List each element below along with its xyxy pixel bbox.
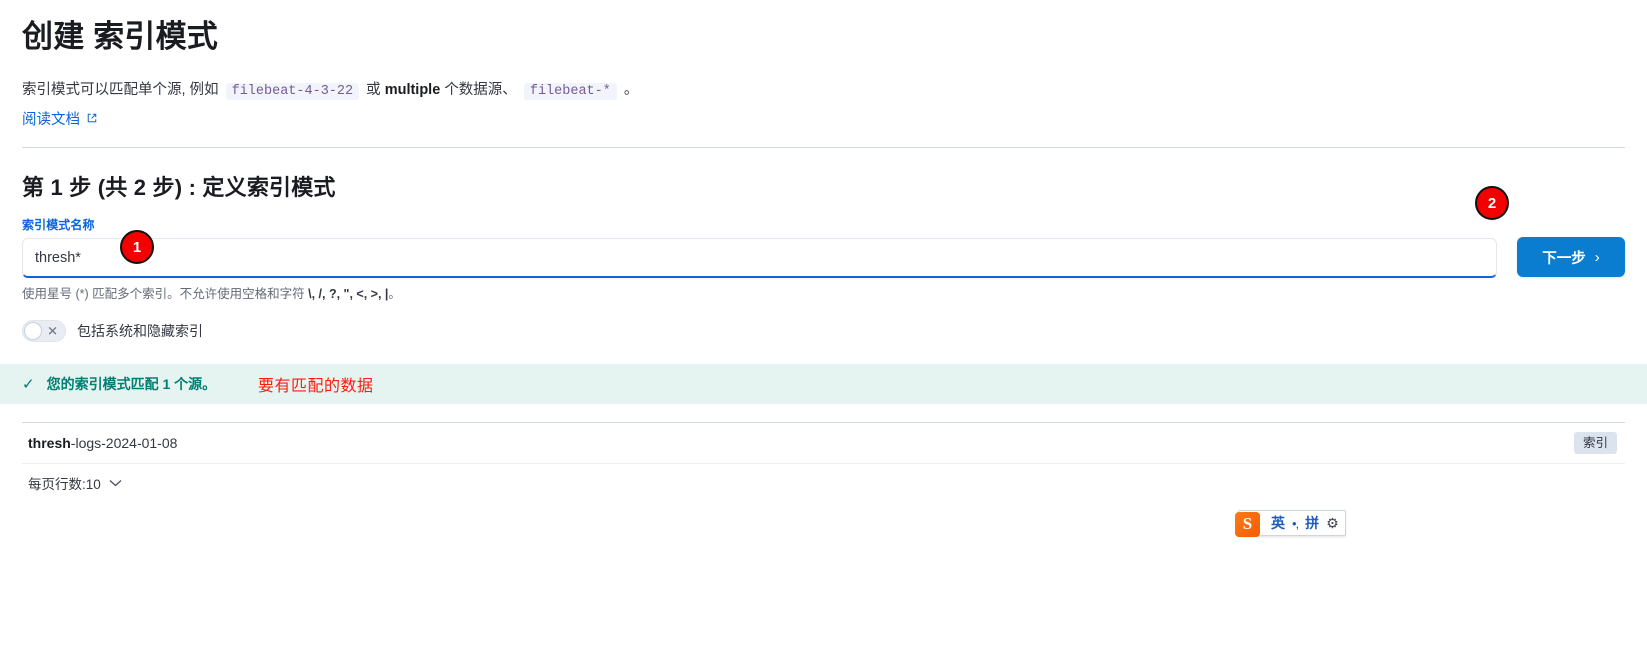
gear-icon[interactable]: ⚙ <box>1326 515 1339 532</box>
create-index-pattern-page: 创建 索引模式 索引模式可以匹配单个源, 例如 filebeat-4-3-22 … <box>0 0 1647 655</box>
matching-indices-section: thresh-logs-2024-01-08 索引 每页行数:10 <box>0 422 1647 502</box>
intro-text-part4: 。 <box>623 81 639 98</box>
help-text-suffix: 。 <box>388 287 401 302</box>
step-title: 第 1 步 (共 2 步) : 定义索引模式 <box>22 175 336 201</box>
toggle-knob <box>24 322 42 341</box>
include-system-indices-toggle[interactable]: ✕ <box>22 320 66 343</box>
page-header: 创建 索引模式 索引模式可以匹配单个源, 例如 filebeat-4-3-22 … <box>0 0 1647 149</box>
help-text-chars: \, /, ?, ", <, >, | <box>308 287 389 302</box>
help-text-prefix: 使用星号 (*) 匹配多个索引。不允许使用空格和字符 <box>22 287 309 302</box>
index-name-remainder: -logs-2024-01-08 <box>70 435 178 452</box>
intro-text-part3: 个数据源、 <box>444 81 517 98</box>
external-link-icon <box>87 111 97 127</box>
rows-per-page-selector[interactable]: 每页行数:10 <box>22 464 122 502</box>
intro-paragraph: 索引模式可以匹配单个源, 例如 filebeat-4-3-22 或 multip… <box>22 79 1625 103</box>
results-bottom-divider <box>22 463 1625 465</box>
match-success-banner: ✓ 您的索引模式匹配 1 个源。 <box>0 364 1647 405</box>
index-pattern-form-row: 索引模式名称 使用星号 (*) 匹配多个索引。不允许使用空格和字符 \, /, … <box>22 216 1625 304</box>
index-name-matched-prefix: thresh <box>28 435 71 452</box>
ime-input-mode[interactable]: 拼 <box>1305 516 1319 530</box>
sogou-logo-icon[interactable]: S <box>1235 511 1260 537</box>
code-example-wildcard: filebeat-* <box>523 82 617 100</box>
table-row: thresh-logs-2024-01-08 索引 <box>22 423 1625 463</box>
page-title: 创建 索引模式 <box>22 19 219 54</box>
intro-bold-multiple: multiple <box>384 81 441 98</box>
intro-text-part2: 或 <box>366 81 381 98</box>
include-system-indices-label: 包括系统和隐藏索引 <box>77 323 203 340</box>
intro-text-part1: 索引模式可以匹配单个源, 例如 <box>22 81 219 98</box>
next-step-label: 下一步 <box>1542 250 1586 267</box>
index-name-cell: thresh-logs-2024-01-08 <box>28 435 177 451</box>
annotation-marker-1: 1 <box>120 230 154 264</box>
annotation-marker-2: 2 <box>1475 186 1509 220</box>
rows-per-page-label: 每页行数:10 <box>28 477 101 493</box>
annotation-text: 要有匹配的数据 <box>258 378 374 395</box>
step-section: 第 1 步 (共 2 步) : 定义索引模式 索引模式名称 使用星号 (*) 匹… <box>0 170 1647 343</box>
header-divider <box>22 147 1625 149</box>
code-example-single: filebeat-4-3-22 <box>225 82 360 100</box>
status-badge: 索引 <box>1573 431 1617 455</box>
sogou-ime-toolbar[interactable]: S 英 •, 拼 ⚙ <box>1235 510 1346 537</box>
close-icon: ✕ <box>47 323 58 339</box>
check-icon: ✓ <box>22 375 35 393</box>
match-success-text: 您的索引模式匹配 1 个源。 <box>46 376 217 393</box>
index-pattern-help-text: 使用星号 (*) 匹配多个索引。不允许使用空格和字符 \, /, ?, ", <… <box>22 285 1497 304</box>
chevron-down-icon <box>109 476 122 490</box>
index-pattern-field-group: 索引模式名称 使用星号 (*) 匹配多个索引。不允许使用空格和字符 \, /, … <box>22 216 1497 304</box>
next-step-button[interactable]: 下一步 › <box>1517 237 1625 278</box>
read-docs-label: 阅读文档 <box>22 112 80 129</box>
ime-language-toggle[interactable]: 英 <box>1271 516 1285 530</box>
include-system-indices-row: ✕ 包括系统和隐藏索引 <box>22 320 1625 343</box>
ime-punctuation-icon[interactable]: •, <box>1292 516 1299 531</box>
chevron-right-icon: › <box>1594 248 1600 266</box>
index-pattern-name-label: 索引模式名称 <box>22 218 95 233</box>
index-pattern-name-input[interactable] <box>22 238 1497 279</box>
read-docs-link[interactable]: 阅读文档 <box>22 108 97 129</box>
